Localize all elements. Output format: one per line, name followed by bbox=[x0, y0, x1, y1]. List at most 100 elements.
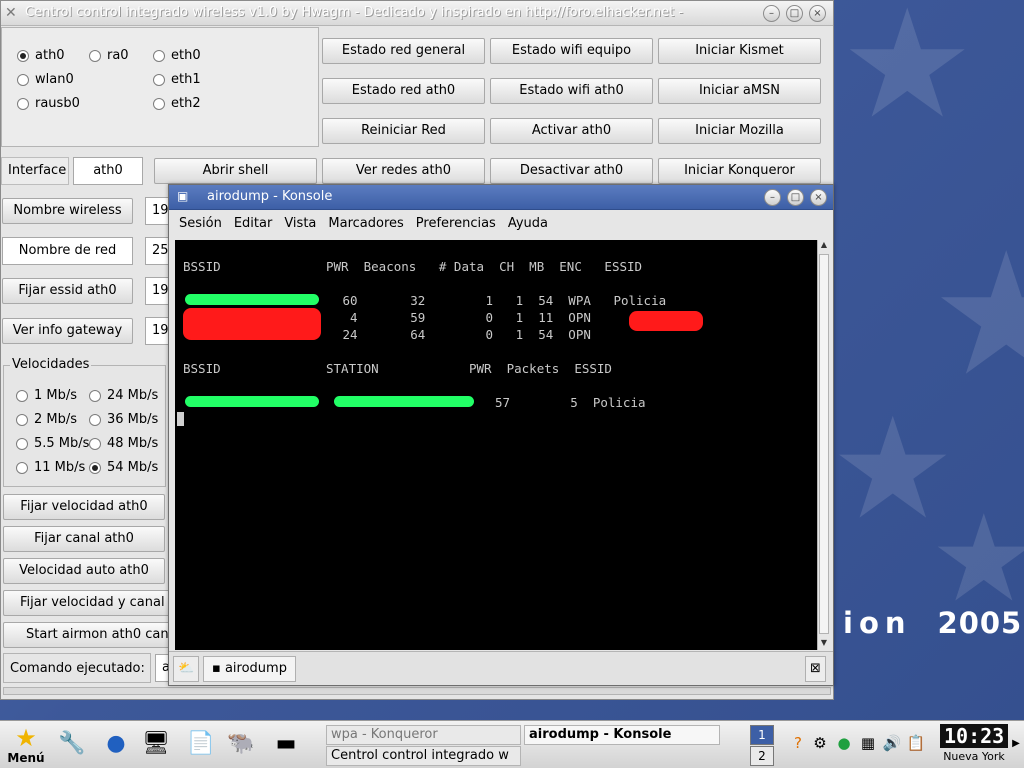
window-titlebar[interactable]: ✕ Centrol control integrado wireless v1.… bbox=[1, 1, 833, 26]
terminal-scrollbar[interactable]: ▲ ▼ bbox=[817, 240, 829, 650]
ver-redes-ath0-button[interactable]: Ver redes ath0 bbox=[322, 158, 485, 184]
close-session-icon[interactable]: ⊠ bbox=[805, 656, 826, 682]
minimize-icon[interactable]: – bbox=[764, 189, 781, 206]
maximize-icon[interactable]: □ bbox=[786, 5, 803, 22]
ver-info-gateway-button[interactable]: Ver info gateway bbox=[2, 318, 133, 344]
new-session-icon[interactable]: ⛅ bbox=[173, 656, 200, 682]
radio-dot bbox=[16, 437, 28, 450]
task-konqueror[interactable]: wpa - Konqueror bbox=[326, 725, 521, 745]
velocidad-auto-ath0-button[interactable]: Velocidad auto ath0 bbox=[3, 558, 165, 584]
menu-preferencias[interactable]: Preferencias bbox=[416, 216, 496, 231]
radio-speed-24[interactable]: 24 Mb/s bbox=[89, 388, 158, 403]
redacted-essid bbox=[629, 311, 703, 331]
radio-wlan0[interactable]: wlan0 bbox=[17, 72, 74, 87]
iniciar-konqueror-button[interactable]: Iniciar Konqueror bbox=[658, 158, 821, 184]
radio-rausb0[interactable]: rausb0 bbox=[17, 96, 80, 111]
menu-editar[interactable]: Editar bbox=[234, 216, 273, 231]
menu-marcadores[interactable]: Marcadores bbox=[328, 216, 403, 231]
menu-sesion[interactable]: Sesión bbox=[179, 216, 222, 231]
radio-dot bbox=[89, 49, 101, 62]
fijar-velocidad-ath0-button[interactable]: Fijar velocidad ath0 bbox=[3, 494, 165, 520]
radio-speed-1[interactable]: 1 Mb/s bbox=[16, 388, 77, 403]
radio-speed-54[interactable]: 54 Mb/s bbox=[89, 460, 158, 475]
text-editor-icon[interactable]: 📄 bbox=[185, 727, 217, 759]
kmenu-button[interactable]: ★ Menú bbox=[7, 723, 45, 767]
terminal-output[interactable]: BSSID PWR Beacons # Data CH MB ENC ESSID… bbox=[175, 240, 817, 650]
radio-eth0[interactable]: eth0 bbox=[153, 48, 201, 63]
radio-ra0[interactable]: ra0 bbox=[89, 48, 129, 63]
radio-label: ra0 bbox=[107, 48, 129, 63]
reiniciar-red-button[interactable]: Reiniciar Red bbox=[322, 118, 485, 144]
help-icon[interactable]: ? bbox=[788, 733, 808, 753]
fijar-essid-ath0-button[interactable]: Fijar essid ath0 bbox=[2, 278, 133, 304]
close-icon[interactable]: × bbox=[810, 189, 827, 206]
start-airmon-button[interactable]: Start airmon ath0 cana bbox=[3, 622, 175, 648]
minimize-icon[interactable]: – bbox=[763, 5, 780, 22]
iniciar-amsn-button[interactable]: Iniciar aMSN bbox=[658, 78, 821, 104]
task-konsole[interactable]: airodump - Konsole bbox=[524, 725, 720, 745]
radio-eth2[interactable]: eth2 bbox=[153, 96, 201, 111]
taskbar: ★ Menú 🔧 ● 🖥 📄 🐃 ▬ wpa - Konqueror airod… bbox=[0, 720, 1024, 768]
radio-ath0[interactable]: ath0 bbox=[17, 48, 65, 63]
interface-radio-group: ath0 ra0 eth0 wlan0 eth1 rausb0 eth2 bbox=[1, 27, 319, 147]
ap-row: 24 64 0 1 54 OPN bbox=[335, 327, 591, 342]
browser-globe-icon[interactable]: ● bbox=[100, 727, 132, 759]
terminal-icon[interactable]: ▬ bbox=[270, 727, 302, 759]
desktop-brand: ion 2005 bbox=[843, 606, 1022, 640]
radio-speed-48[interactable]: 48 Mb/s bbox=[89, 436, 158, 451]
radio-dot bbox=[89, 437, 101, 450]
konsole-menubar: Sesión Editar Vista Marcadores Preferenc… bbox=[169, 210, 833, 236]
ap-row: 4 59 0 1 11 OPN bbox=[335, 310, 591, 325]
station-row: 57 5 Policia bbox=[495, 395, 646, 410]
radio-eth1[interactable]: eth1 bbox=[153, 72, 201, 87]
nombre-de-red-field[interactable]: Nombre de red bbox=[2, 237, 133, 265]
display-icon[interactable]: ▦ bbox=[858, 733, 878, 753]
tab-airodump[interactable]: ▪ airodump bbox=[203, 656, 296, 682]
menu-vista[interactable]: Vista bbox=[284, 216, 316, 231]
abrir-shell-button[interactable]: Abrir shell bbox=[154, 158, 317, 184]
menu-label: Menú bbox=[7, 751, 45, 765]
horizontal-scrollbar[interactable] bbox=[3, 687, 831, 695]
fijar-velocidad-y-canal-button[interactable]: Fijar velocidad y canal a bbox=[3, 590, 175, 616]
iniciar-mozilla-button[interactable]: Iniciar Mozilla bbox=[658, 118, 821, 144]
scroll-down-icon[interactable]: ▼ bbox=[819, 638, 829, 650]
estado-red-ath0-button[interactable]: Estado red ath0 bbox=[322, 78, 485, 104]
radio-dot bbox=[89, 389, 101, 402]
estado-wifi-equipo-button[interactable]: Estado wifi equipo bbox=[490, 38, 653, 64]
radio-dot bbox=[153, 49, 165, 62]
tab-label: airodump bbox=[224, 661, 287, 676]
control-center-icon[interactable]: 🖥 bbox=[140, 727, 172, 759]
pager-desktop-2[interactable]: 2 bbox=[750, 746, 774, 766]
radio-speed-5-5[interactable]: 5.5 Mb/s bbox=[16, 436, 89, 451]
menu-ayuda[interactable]: Ayuda bbox=[508, 216, 548, 231]
radio-speed-11[interactable]: 11 Mb/s bbox=[16, 460, 85, 475]
network-icon[interactable]: ⚙ bbox=[810, 733, 830, 753]
activar-ath0-button[interactable]: Activar ath0 bbox=[490, 118, 653, 144]
maximize-icon[interactable]: □ bbox=[787, 189, 804, 206]
nombre-wireless-button[interactable]: Nombre wireless bbox=[2, 198, 133, 224]
app-icon: ✕ bbox=[5, 5, 17, 21]
messenger-icon[interactable]: ● bbox=[834, 733, 854, 753]
scroll-right-icon[interactable]: ▶ bbox=[1010, 733, 1022, 753]
klipper-icon[interactable]: 📋 bbox=[906, 733, 926, 753]
iniciar-kismet-button[interactable]: Iniciar Kismet bbox=[658, 38, 821, 64]
pager-desktop-1[interactable]: 1 bbox=[750, 725, 774, 745]
settings-icon[interactable]: 🔧 bbox=[56, 727, 88, 759]
close-icon[interactable]: × bbox=[809, 5, 826, 22]
fijar-canal-ath0-button[interactable]: Fijar canal ath0 bbox=[3, 526, 165, 552]
gimp-icon[interactable]: 🐃 bbox=[225, 727, 257, 759]
volume-icon[interactable]: 🔊 bbox=[882, 733, 902, 753]
radio-dot bbox=[153, 73, 165, 86]
estado-wifi-ath0-button[interactable]: Estado wifi ath0 bbox=[490, 78, 653, 104]
konsole-titlebar[interactable]: ▣ airodump - Konsole – □ × bbox=[169, 185, 833, 210]
estado-red-general-button[interactable]: Estado red general bbox=[322, 38, 485, 64]
radio-speed-36[interactable]: 36 Mb/s bbox=[89, 412, 158, 427]
desactivar-ath0-button[interactable]: Desactivar ath0 bbox=[490, 158, 653, 184]
task-control-center[interactable]: Centrol control integrado w bbox=[326, 746, 521, 766]
interface-field[interactable]: ath0 bbox=[73, 157, 143, 185]
radio-speed-2[interactable]: 2 Mb/s bbox=[16, 412, 77, 427]
scroll-up-icon[interactable]: ▲ bbox=[819, 240, 829, 252]
clock[interactable]: 10:23 Nueva York bbox=[940, 724, 1009, 763]
scroll-thumb[interactable] bbox=[819, 254, 829, 634]
star-decoration: ★ bbox=[930, 490, 1024, 629]
